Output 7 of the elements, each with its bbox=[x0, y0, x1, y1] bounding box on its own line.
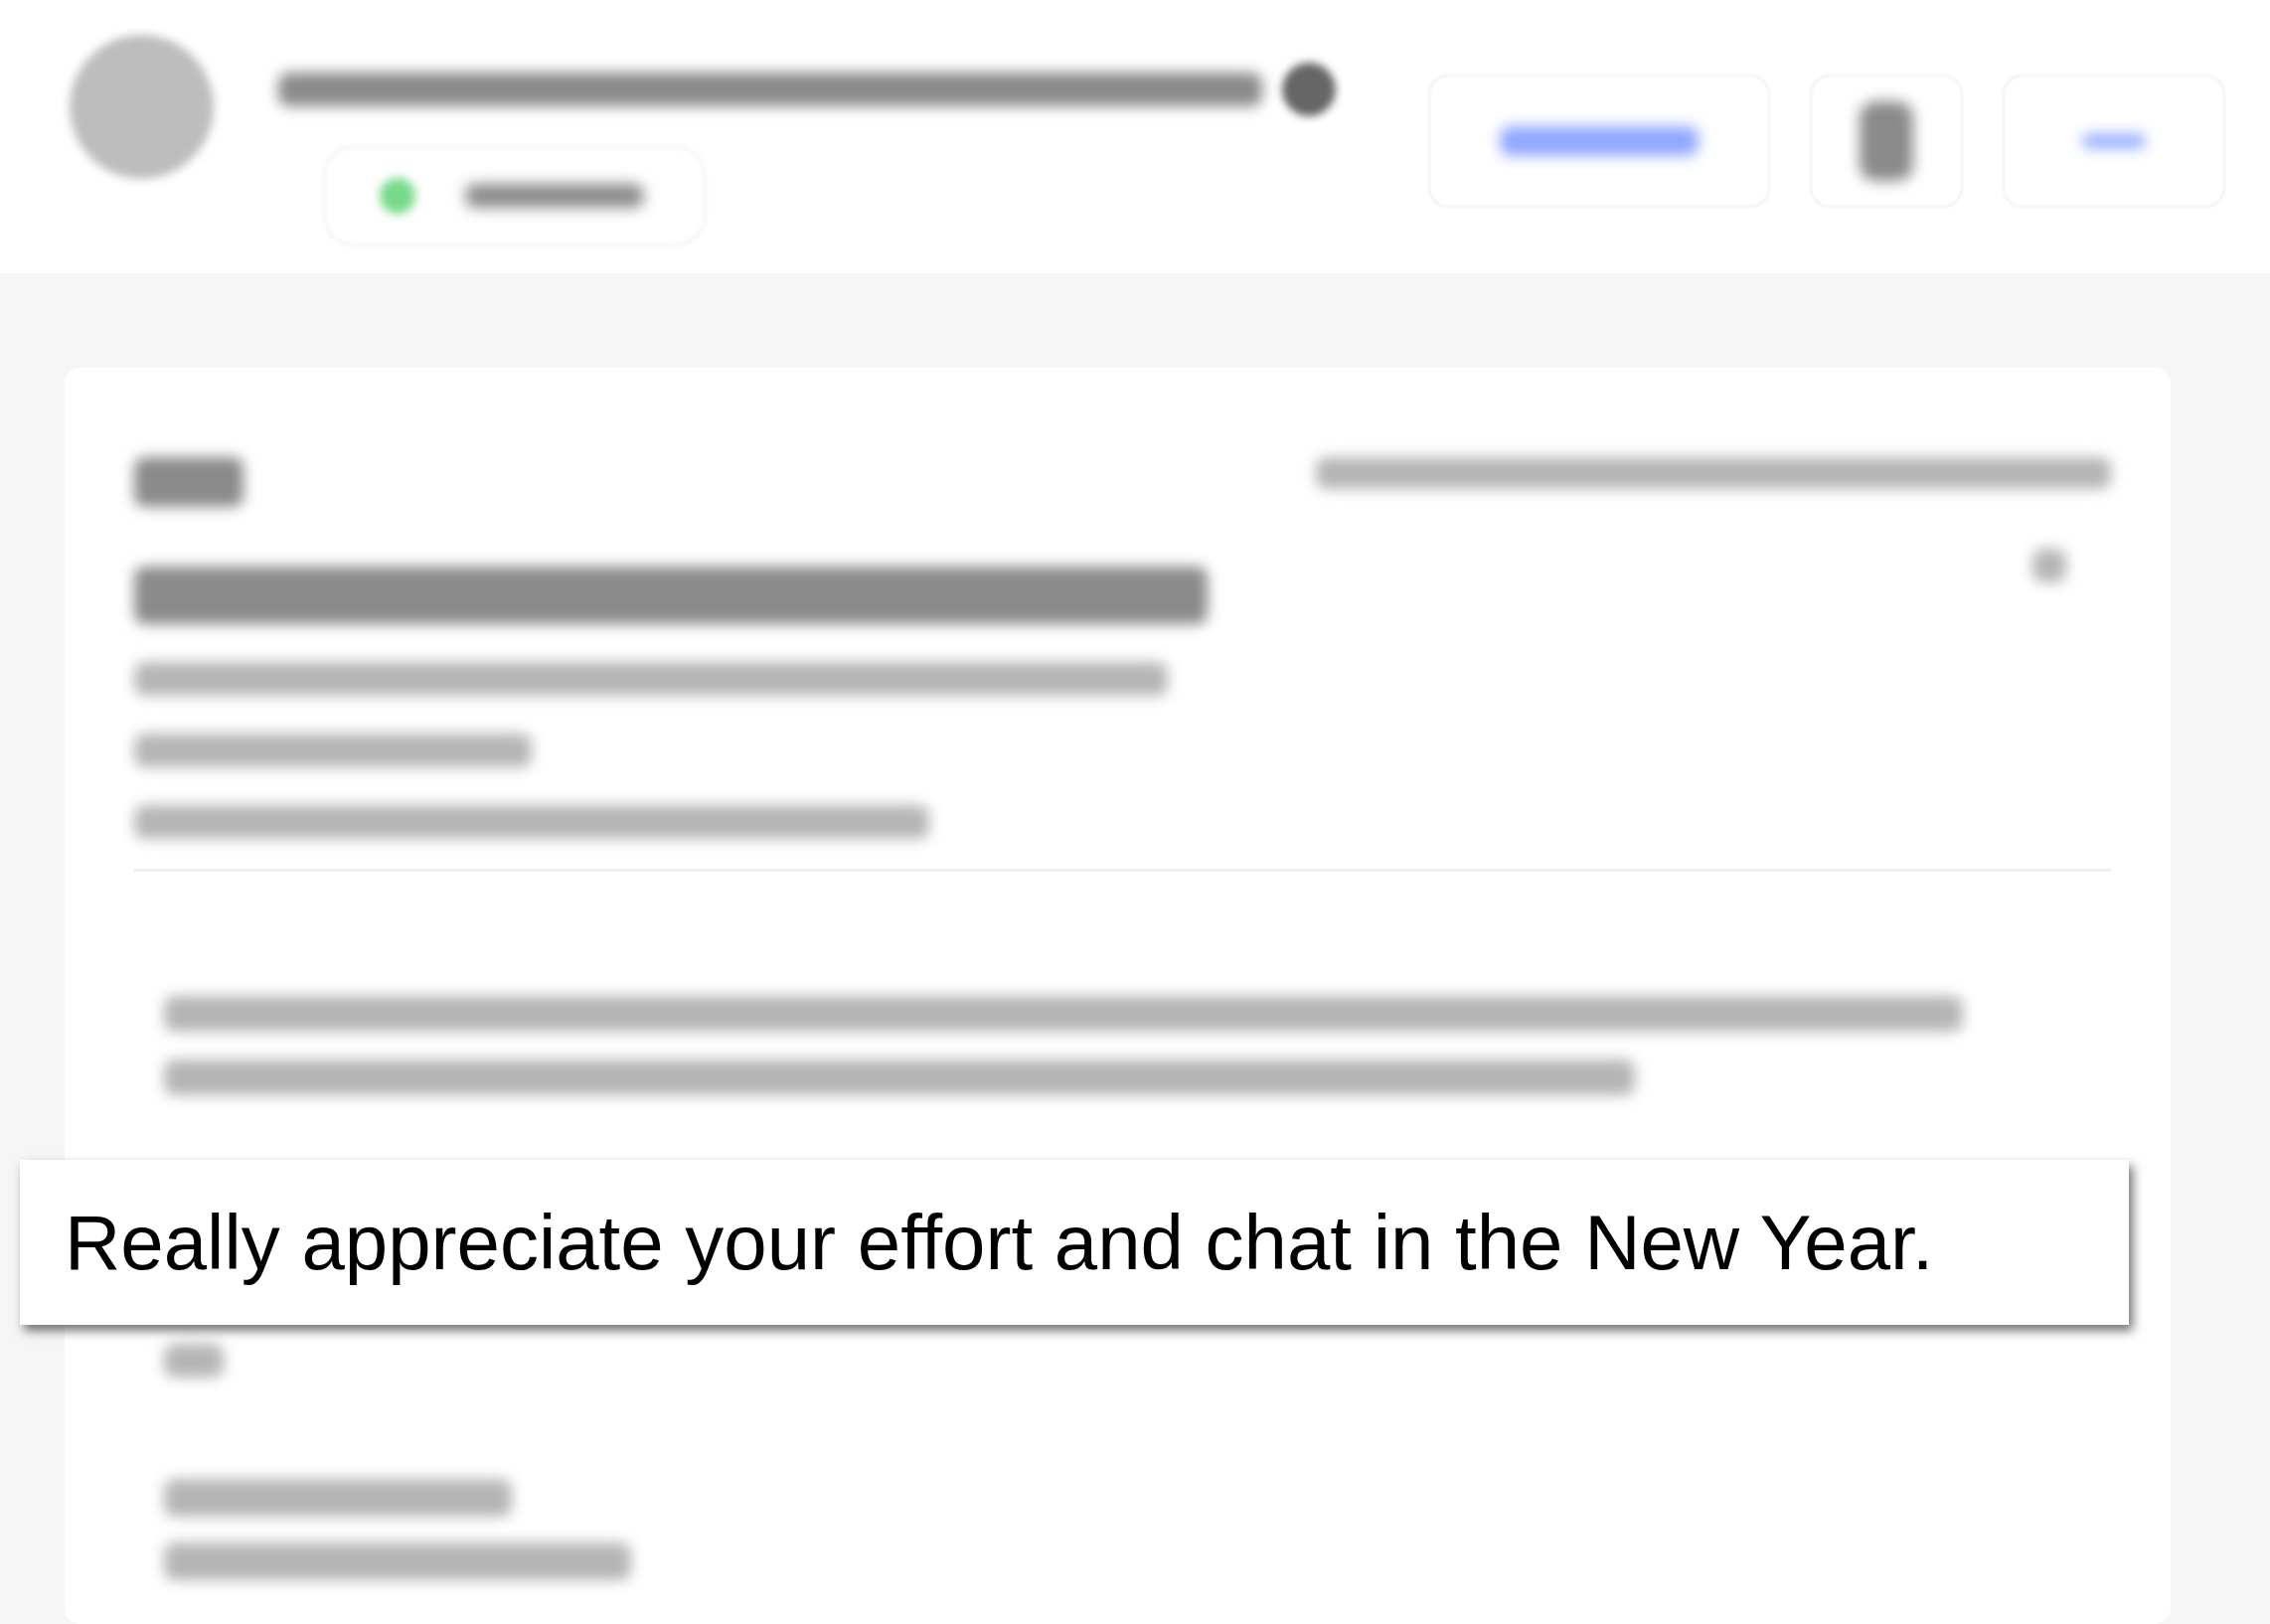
caption-text: Really appreciate your effort and chat in the New Year. bbox=[20, 1160, 2129, 1325]
blurred-dropdown[interactable] bbox=[323, 146, 706, 245]
blurred-text bbox=[164, 1344, 224, 1378]
blurred-icon bbox=[1282, 63, 1336, 116]
blurred-button[interactable] bbox=[1428, 75, 1770, 208]
blurred-button[interactable] bbox=[1810, 75, 1963, 208]
blurred-icon bbox=[2032, 549, 2066, 582]
